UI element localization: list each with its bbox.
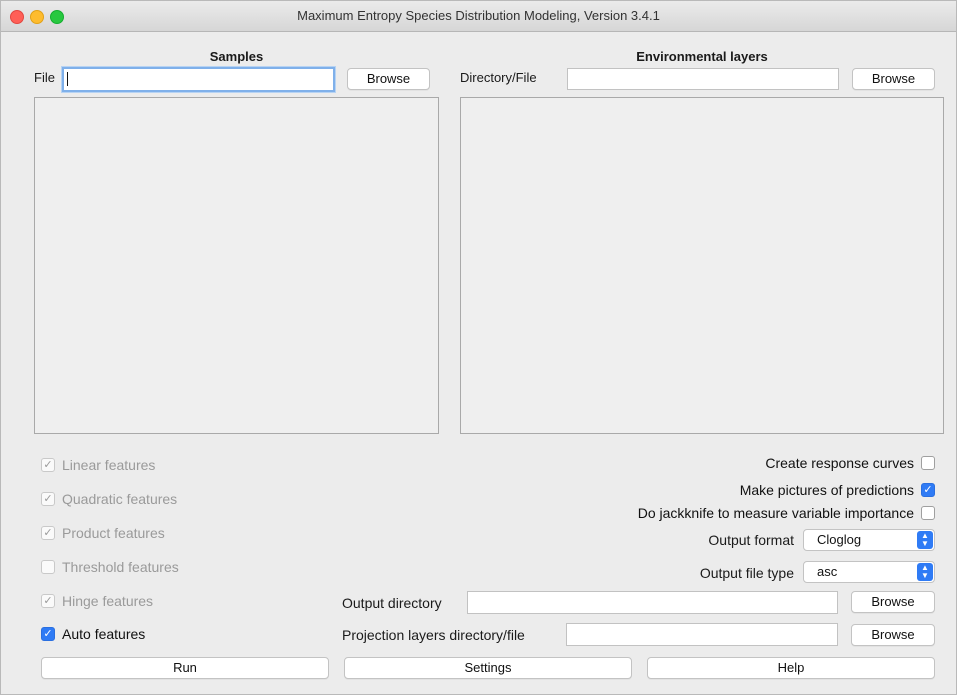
pictures-option[interactable]: Make pictures of predictions ✓: [740, 481, 935, 499]
feature-option[interactable]: ✓ Product features: [41, 524, 165, 542]
projection-browse-button[interactable]: Browse: [851, 624, 935, 646]
feature-checkbox[interactable]: ✓: [41, 526, 55, 540]
projection-layers-input[interactable]: [566, 623, 838, 646]
response-curves-option[interactable]: Create response curves: [765, 454, 935, 472]
feature-checkbox[interactable]: ✓: [41, 458, 55, 472]
output-directory-input[interactable]: [467, 591, 838, 614]
output-directory-browse-button[interactable]: Browse: [851, 591, 935, 613]
feature-label: Linear features: [62, 457, 156, 473]
samples-list[interactable]: [34, 97, 439, 434]
feature-label: Product features: [62, 525, 165, 541]
output-file-type-label: Output file type: [699, 565, 794, 581]
help-button[interactable]: Help: [647, 657, 935, 679]
feature-checkbox[interactable]: [41, 560, 55, 574]
pictures-label: Make pictures of predictions: [739, 482, 914, 498]
env-dir-label: Directory/File: [460, 70, 537, 85]
feature-option[interactable]: ✓ Linear features: [41, 456, 155, 474]
pictures-checkbox[interactable]: ✓: [921, 483, 935, 497]
output-format-value: Cloglog: [817, 532, 862, 547]
jackknife-label: Do jackknife to measure variable importa…: [637, 505, 914, 521]
title-bar[interactable]: Maximum Entropy Species Distribution Mod…: [1, 1, 956, 32]
feature-label: Threshold features: [62, 559, 179, 575]
env-browse-button[interactable]: Browse: [852, 68, 935, 90]
samples-file-label: File: [34, 70, 55, 85]
feature-label: Hinge features: [62, 593, 154, 609]
output-format-select[interactable]: Cloglog ▲ ▼: [803, 529, 935, 551]
feature-checkbox[interactable]: ✓: [41, 594, 55, 608]
output-file-type-select[interactable]: asc ▲ ▼: [803, 561, 935, 583]
select-arrows-icon: ▲ ▼: [917, 531, 933, 549]
jackknife-option[interactable]: Do jackknife to measure variable importa…: [638, 504, 935, 522]
response-curves-label: Create response curves: [765, 455, 914, 471]
projection-layers-label: Projection layers directory/file: [342, 627, 525, 643]
feature-label: Auto features: [62, 626, 146, 642]
output-format-label: Output format: [708, 532, 794, 548]
samples-file-input[interactable]: [62, 67, 335, 92]
jackknife-checkbox[interactable]: [921, 506, 935, 520]
output-file-type-value: asc: [817, 564, 838, 579]
samples-heading: Samples: [209, 49, 264, 64]
response-curves-checkbox[interactable]: [921, 456, 935, 470]
text-caret: [67, 71, 68, 86]
env-dir-input[interactable]: [567, 68, 839, 90]
feature-checkbox[interactable]: ✓: [41, 627, 55, 641]
feature-option[interactable]: Threshold features: [41, 558, 179, 576]
env-layers-heading: Environmental layers: [636, 49, 768, 64]
select-arrows-icon: ▲ ▼: [917, 563, 933, 581]
samples-browse-button[interactable]: Browse: [347, 68, 430, 90]
env-layers-list[interactable]: [460, 97, 944, 434]
window-title: Maximum Entropy Species Distribution Mod…: [297, 8, 660, 23]
settings-button[interactable]: Settings: [344, 657, 632, 679]
feature-checkbox[interactable]: ✓: [41, 492, 55, 506]
feature-option[interactable]: ✓ Quadratic features: [41, 490, 177, 508]
feature-option[interactable]: ✓ Auto features: [41, 625, 145, 643]
feature-option[interactable]: ✓ Hinge features: [41, 592, 153, 610]
output-directory-label: Output directory: [342, 595, 442, 611]
feature-label: Quadratic features: [62, 491, 178, 507]
maxent-window: Maximum Entropy Species Distribution Mod…: [0, 0, 957, 695]
run-button[interactable]: Run: [41, 657, 329, 679]
